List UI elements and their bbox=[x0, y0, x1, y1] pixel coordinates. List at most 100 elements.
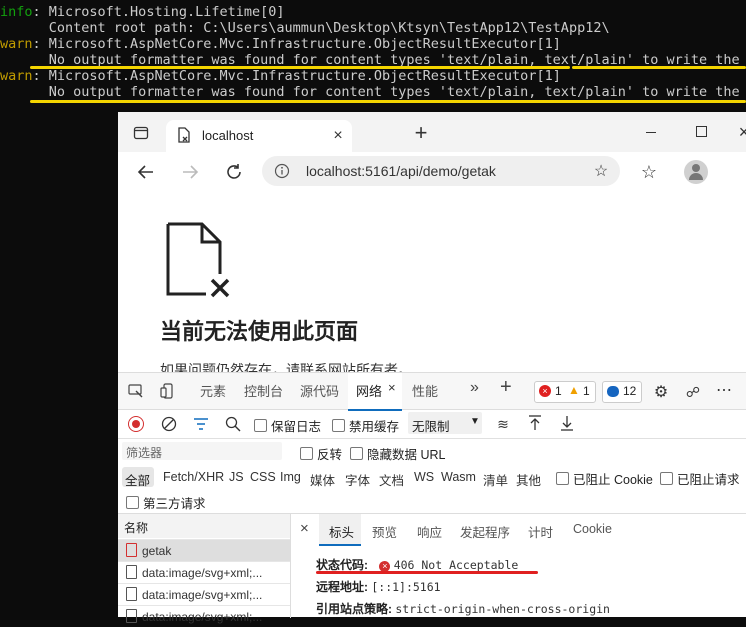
new-tab-icon[interactable]: + bbox=[410, 120, 432, 145]
close-tab-icon[interactable]: × bbox=[330, 127, 346, 144]
close-detail-icon[interactable]: × bbox=[300, 520, 309, 537]
import-har-icon[interactable] bbox=[526, 414, 544, 432]
settings-gear-icon[interactable]: ⚙ bbox=[652, 383, 670, 401]
tab-network-label: 网络 bbox=[356, 384, 383, 399]
browser-tab[interactable]: localhost × bbox=[166, 120, 352, 152]
detail-tab-cookies[interactable]: Cookie bbox=[573, 522, 612, 536]
close-window-icon[interactable]: × bbox=[738, 122, 746, 142]
type-other[interactable]: 其他 bbox=[516, 470, 541, 489]
file-icon bbox=[126, 609, 137, 623]
detail-tab-initiator[interactable]: 发起程序 bbox=[460, 522, 510, 541]
site-info-icon[interactable] bbox=[274, 163, 290, 179]
filter-placeholder: 筛选器 bbox=[126, 446, 163, 460]
warning-count: 1 bbox=[583, 384, 590, 398]
third-party-row: 第三方请求 bbox=[118, 489, 746, 511]
favorites-icon[interactable]: ☆ bbox=[638, 161, 660, 183]
warning-icon: ▲ bbox=[568, 383, 580, 397]
type-media[interactable]: 媒体 bbox=[310, 470, 335, 489]
filter-icon[interactable] bbox=[192, 415, 210, 433]
request-name: getak bbox=[142, 544, 172, 558]
record-icon[interactable] bbox=[128, 416, 144, 432]
add-favorite-icon[interactable]: ☆ bbox=[592, 162, 610, 180]
third-party-checkbox[interactable]: 第三方请求 bbox=[126, 493, 206, 512]
blocked-requests-checkbox[interactable]: 已阻止请求 bbox=[660, 469, 740, 488]
add-tab-icon[interactable]: + bbox=[500, 376, 512, 399]
filter-row: 筛选器 反转 隐藏数据 URL bbox=[118, 439, 746, 463]
hide-data-urls-checkbox[interactable]: 隐藏数据 URL bbox=[350, 444, 445, 463]
type-all-label: 全部 bbox=[125, 474, 151, 488]
tab-elements[interactable]: 元素 bbox=[200, 381, 226, 400]
status-highlight-underline bbox=[316, 571, 538, 574]
detail-tab-preview[interactable]: 预览 bbox=[372, 522, 397, 541]
profile-avatar[interactable] bbox=[684, 160, 708, 184]
type-img[interactable]: Img bbox=[280, 470, 301, 484]
type-doc[interactable]: 文档 bbox=[379, 470, 404, 489]
checkbox-box bbox=[126, 496, 139, 509]
type-all[interactable]: 全部 bbox=[122, 467, 154, 488]
issues-counter[interactable]: × 1 ▲ 1 bbox=[534, 381, 596, 403]
log-text: Content root path: C:\Users\aummun\Deskt… bbox=[0, 20, 610, 36]
avatar-body bbox=[689, 173, 703, 180]
type-fetch-xhr[interactable]: Fetch/XHR bbox=[163, 470, 224, 484]
tab-performance[interactable]: 性能 bbox=[412, 381, 438, 400]
url-field[interactable]: localhost:5161/api/demo/getak ☆ bbox=[262, 156, 620, 186]
blocked-cookies-checkbox[interactable]: 已阻止 Cookie bbox=[556, 469, 653, 488]
terminal-line: warn: Microsoft.AspNetCore.Mvc.Infrastru… bbox=[0, 36, 561, 52]
broken-page-icon bbox=[164, 222, 234, 298]
remote-address-row: 远程地址: [::1]:5161 bbox=[316, 578, 441, 595]
message-count: 12 bbox=[623, 384, 637, 398]
name-column-header[interactable]: 名称 bbox=[118, 514, 290, 538]
preserve-log-checkbox[interactable]: 保留日志 bbox=[254, 416, 321, 435]
detail-tab-headers[interactable]: 标头 bbox=[319, 514, 361, 546]
back-icon[interactable] bbox=[134, 160, 158, 184]
close-tab-icon[interactable]: × bbox=[388, 380, 396, 395]
network-conditions-icon[interactable]: ≋ bbox=[494, 415, 512, 433]
preserve-log-label: 保留日志 bbox=[271, 420, 322, 434]
device-emulation-icon[interactable] bbox=[160, 383, 176, 399]
disable-cache-checkbox[interactable]: 禁用缓存 bbox=[332, 416, 399, 435]
request-row[interactable]: data:image/svg+xml;... bbox=[118, 605, 290, 627]
tab-network[interactable]: 网络 × bbox=[348, 373, 402, 411]
inspect-element-icon[interactable] bbox=[128, 383, 144, 399]
tab-title: localhost bbox=[202, 128, 254, 143]
more-options-icon[interactable]: ⋯ bbox=[714, 381, 734, 399]
name-header-label: 名称 bbox=[124, 521, 149, 535]
type-css[interactable]: CSS bbox=[250, 470, 276, 484]
log-level-warn: warn bbox=[0, 68, 33, 84]
search-icon[interactable] bbox=[224, 415, 242, 433]
tab-console[interactable]: 控制台 bbox=[244, 381, 283, 400]
refresh-icon[interactable] bbox=[222, 160, 246, 184]
error-title: 当前无法使用此页面 bbox=[160, 319, 359, 344]
clear-icon[interactable] bbox=[160, 415, 178, 433]
separator: : bbox=[32, 68, 49, 84]
log-text: Microsoft.AspNetCore.Mvc.Infrastructure.… bbox=[48, 68, 561, 84]
checkbox-box bbox=[350, 447, 363, 460]
detail-tab-response[interactable]: 响应 bbox=[417, 522, 442, 541]
maximize-icon[interactable] bbox=[696, 126, 707, 137]
filter-input[interactable]: 筛选器 bbox=[122, 442, 282, 460]
customize-icon[interactable]: ☍ bbox=[684, 383, 702, 401]
tab-sources[interactable]: 源代码 bbox=[300, 381, 339, 400]
detail-tab-timing[interactable]: 计时 bbox=[528, 522, 553, 541]
messages-counter[interactable]: 12 bbox=[602, 381, 642, 403]
referrer-policy-value: strict-origin-when-cross-origin bbox=[395, 602, 610, 616]
throttle-select[interactable]: 无限制 ▼ bbox=[408, 412, 482, 434]
minimize-icon[interactable] bbox=[646, 132, 656, 133]
request-row[interactable]: data:image/svg+xml;... bbox=[118, 583, 290, 605]
request-row[interactable]: data:image/svg+xml;... bbox=[118, 561, 290, 583]
avatar-head bbox=[692, 164, 700, 172]
type-ws[interactable]: WS bbox=[414, 470, 434, 484]
forward-icon[interactable] bbox=[178, 160, 202, 184]
invert-checkbox[interactable]: 反转 bbox=[300, 444, 342, 463]
type-font[interactable]: 字体 bbox=[345, 470, 370, 489]
hide-data-urls-label: 隐藏数据 URL bbox=[367, 448, 446, 462]
request-row-getak[interactable]: getak bbox=[118, 539, 290, 561]
error-message: 如果问题仍然存在，请联系网站所有者。 bbox=[160, 362, 412, 372]
checkbox-box bbox=[556, 472, 569, 485]
type-js[interactable]: JS bbox=[229, 470, 244, 484]
tab-actions-icon[interactable] bbox=[132, 124, 150, 142]
type-manifest[interactable]: 清单 bbox=[483, 470, 508, 489]
more-tabs-icon[interactable]: » bbox=[470, 379, 479, 397]
type-wasm[interactable]: Wasm bbox=[441, 470, 476, 484]
export-har-icon[interactable] bbox=[558, 414, 576, 432]
